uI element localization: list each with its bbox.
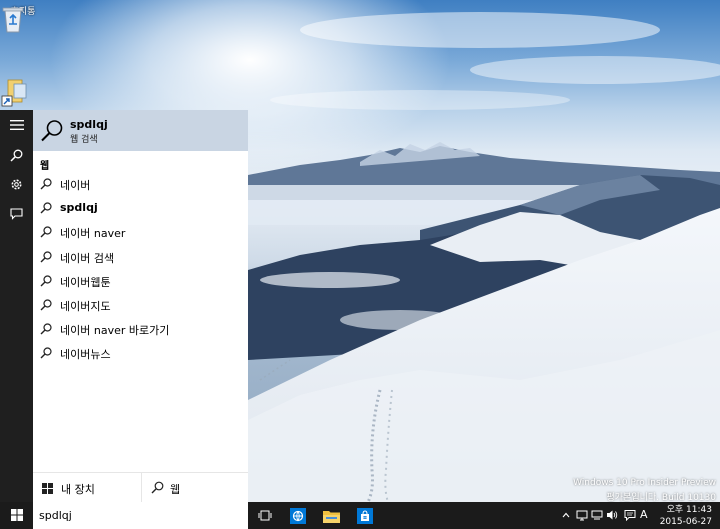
taskbar-browser-button[interactable]: [283, 502, 313, 529]
best-match-result[interactable]: spdlqj 웹 검색: [33, 110, 248, 151]
search-icon: [40, 178, 52, 190]
taskbar-store-button[interactable]: [350, 502, 380, 529]
suggestion-item[interactable]: 네이버웹툰: [33, 269, 248, 293]
search-icon: [40, 275, 52, 287]
shortcut-folder-icon: [1, 79, 27, 107]
suggestion-text: 네이버 검색: [60, 251, 115, 265]
search-icon: [40, 226, 52, 238]
section-header-web: 웹: [40, 161, 50, 172]
search-icon: [40, 347, 52, 359]
best-match-subtitle: 웹 검색: [70, 135, 98, 145]
web-search-button[interactable]: 웹: [141, 473, 248, 503]
feedback-icon: [10, 207, 23, 220]
network-icon[interactable]: [576, 509, 588, 521]
search-icon: [10, 149, 23, 162]
suggestion-text: spdlqj: [60, 201, 98, 215]
windows-logo-icon: [42, 483, 53, 494]
suggestion-item[interactable]: 네이버 naver: [33, 220, 248, 244]
task-view-icon: [258, 510, 272, 521]
suggestion-text: 네이버 naver: [60, 227, 126, 241]
rail-search-button[interactable]: [0, 140, 33, 170]
folder-icon: [322, 510, 340, 523]
menu-button[interactable]: [0, 110, 33, 140]
gear-icon: [11, 179, 22, 189]
rail-feedback-button[interactable]: [0, 198, 33, 228]
start-rail: [0, 110, 33, 502]
taskbar-search-box[interactable]: [33, 502, 248, 529]
suggestion-item[interactable]: 네이버뉴스: [33, 341, 248, 365]
suggestion-text: 네이버뉴스: [60, 348, 111, 362]
watermark-build: 평가본입니다. Build 10130: [606, 493, 717, 502]
suggestion-text: 네이버지도: [60, 300, 111, 313]
rail-settings-button[interactable]: [0, 169, 33, 199]
web-search-label: 웹: [170, 483, 181, 496]
search-icon: [41, 120, 63, 142]
my-stuff-label: 내 장치: [61, 483, 95, 496]
search-icon: [40, 323, 52, 335]
my-stuff-button[interactable]: 내 장치: [33, 473, 140, 503]
volume-icon[interactable]: [606, 509, 618, 521]
browser-icon: [290, 507, 306, 524]
best-match-title: spdlqj: [70, 118, 108, 131]
clock-time: 오후 11:43: [666, 505, 712, 515]
task-view-button[interactable]: [250, 502, 280, 529]
suggestion-item[interactable]: 네이버 검색: [33, 245, 248, 269]
suggestion-item[interactable]: spdlqj: [33, 196, 248, 220]
clock-date: 2015-06-27: [659, 517, 712, 527]
search-icon: [40, 299, 52, 311]
suggestion-item[interactable]: 네이버 naver 바로가기: [33, 317, 248, 341]
watermark-edition: Windows 10 Pro Insider Preview: [573, 478, 716, 488]
suggestion-text: 네이버웹툰: [60, 275, 111, 289]
hamburger-icon: [9, 120, 24, 130]
search-icon: [40, 202, 52, 214]
suggestion-item[interactable]: 네이버: [33, 172, 248, 196]
suggestion-text: 네이버: [60, 179, 91, 192]
search-filter-bar: 내 장치 웹: [33, 472, 248, 503]
search-results-panel: spdlqj 웹 검색 웹 네이버 spdlqj 네이버 naver 네이버 검색네이…: [33, 110, 248, 503]
notification-icon[interactable]: [624, 509, 636, 521]
ime-indicator[interactable]: A: [640, 508, 648, 521]
taskbar: A 오후 11:43 2015-06-27: [0, 502, 720, 529]
suggestion-item[interactable]: 네이버지도: [33, 293, 248, 317]
taskbar-clock[interactable]: 오후 11:43 2015-06-27: [660, 504, 712, 528]
desktop-icon-recycle-bin[interactable]: 휴지통: [0, 4, 46, 33]
recycle-bin-icon: [2, 7, 24, 33]
device-icon[interactable]: [591, 509, 603, 521]
taskbar-file-explorer-button[interactable]: [316, 502, 346, 529]
search-icon: [40, 250, 52, 263]
chevron-up-icon[interactable]: [562, 512, 570, 518]
windows-start-icon: [11, 509, 23, 521]
store-icon: [357, 507, 373, 524]
search-input[interactable]: [39, 507, 239, 524]
search-icon: [151, 481, 164, 494]
suggestion-text: 네이버 naver 바로가기: [60, 324, 170, 338]
